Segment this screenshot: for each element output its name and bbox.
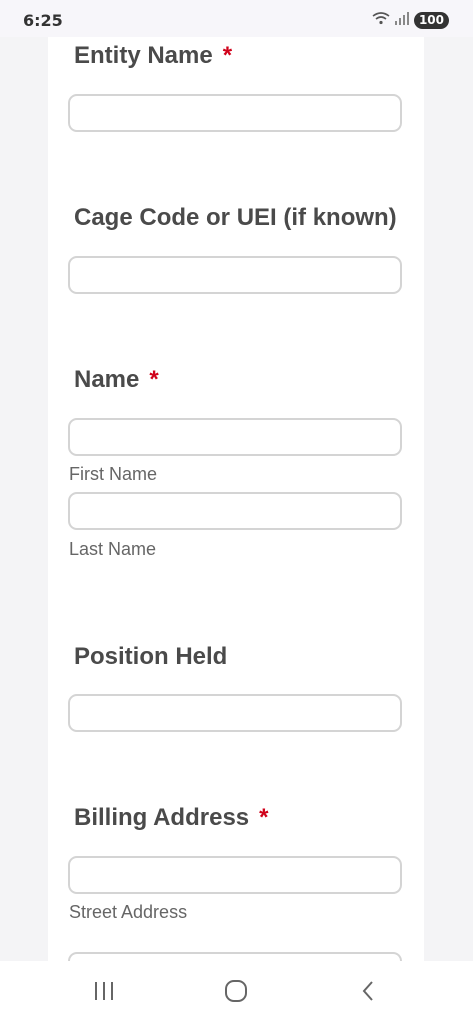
last-name-input[interactable] bbox=[68, 492, 402, 530]
required-asterisk: * bbox=[259, 804, 269, 831]
first-name-sublabel: First Name bbox=[69, 464, 158, 484]
status-icons: 100 bbox=[372, 11, 449, 30]
wifi-icon bbox=[372, 11, 390, 30]
last-name-sublabel: Last Name bbox=[69, 539, 157, 559]
home-button[interactable] bbox=[206, 971, 266, 1015]
battery-indicator: 100 bbox=[413, 12, 449, 29]
billing-address-label: Billing Address * bbox=[74, 804, 269, 831]
entity-name-input[interactable] bbox=[68, 94, 402, 132]
status-bar: 6:25 100 bbox=[0, 0, 473, 37]
street-address-input[interactable] bbox=[68, 856, 402, 894]
back-icon bbox=[360, 979, 376, 1008]
position-held-input[interactable] bbox=[68, 694, 402, 732]
street-address-sublabel: Street Address bbox=[69, 902, 188, 922]
status-time: 6:25 bbox=[23, 11, 63, 30]
position-held-label: Position Held bbox=[74, 643, 228, 670]
navigation-bar bbox=[0, 961, 473, 1024]
signal-icon bbox=[394, 11, 409, 30]
cage-code-label: Cage Code or UEI (if known) bbox=[74, 204, 397, 231]
recents-button[interactable] bbox=[74, 971, 134, 1015]
home-icon bbox=[224, 979, 248, 1008]
required-asterisk: * bbox=[222, 42, 233, 69]
required-asterisk: * bbox=[149, 366, 159, 393]
entity-name-label: Entity Name * bbox=[74, 42, 233, 69]
cage-code-input[interactable] bbox=[68, 256, 402, 294]
back-button[interactable] bbox=[338, 971, 398, 1015]
address-line-2-input[interactable] bbox=[68, 952, 402, 961]
name-label: Name * bbox=[74, 366, 159, 393]
recents-icon bbox=[93, 981, 115, 1006]
first-name-input[interactable] bbox=[68, 418, 402, 456]
